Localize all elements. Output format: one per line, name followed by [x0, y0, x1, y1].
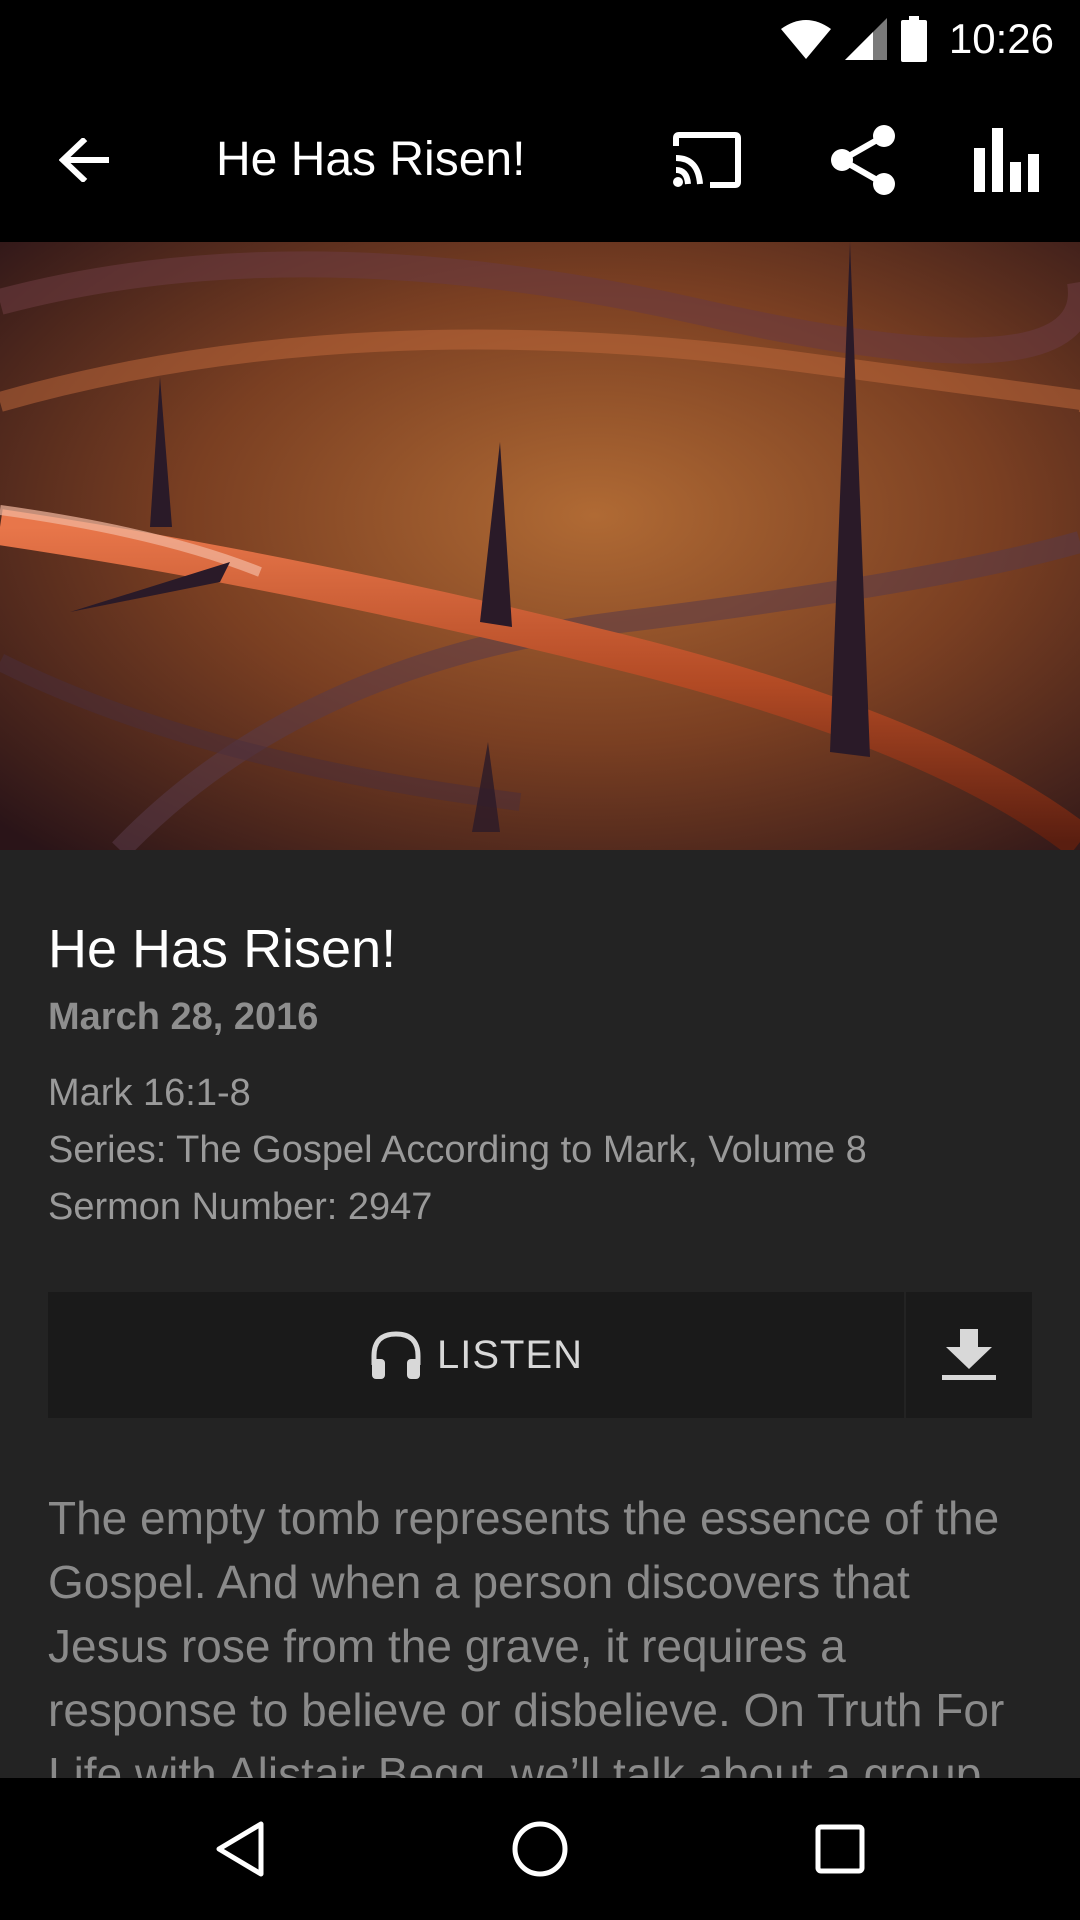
page-title: He Has Risen! [216, 133, 526, 186]
home-circle-icon [512, 1821, 568, 1877]
stats-button[interactable] [962, 120, 1052, 200]
recents-square-icon [815, 1824, 865, 1874]
download-button[interactable] [906, 1292, 1032, 1418]
cell-signal-icon [844, 18, 887, 60]
series-info: Series: The Gospel According to Mark, Vo… [48, 1129, 867, 1171]
back-arrow-icon [59, 138, 109, 182]
nav-back-button[interactable] [200, 1809, 280, 1889]
listen-button[interactable]: LISTEN [48, 1292, 904, 1418]
download-icon [942, 1329, 996, 1380]
sermon-number: Sermon Number: 2947 [48, 1186, 433, 1228]
battery-icon [900, 16, 927, 62]
status-icons: 10:26 [780, 12, 1054, 66]
share-icon [831, 125, 895, 195]
nav-recents-button[interactable] [800, 1809, 880, 1889]
sermon-title: He Has Risen! [48, 919, 397, 979]
cast-button[interactable] [662, 120, 752, 200]
sermon-details: He Has Risen! March 28, 2016 Mark 16:1-8… [0, 850, 1080, 1778]
action-row: LISTEN [48, 1292, 1032, 1418]
sermon-date: March 28, 2016 [48, 996, 319, 1038]
listen-label: LISTEN [436, 1332, 584, 1377]
back-button[interactable] [44, 128, 124, 192]
share-button[interactable] [818, 120, 908, 200]
scripture-reference: Mark 16:1-8 [48, 1072, 251, 1114]
back-triangle-icon [216, 1821, 264, 1877]
bar-chart-icon [974, 128, 1039, 192]
toolbar: He Has Risen! [0, 78, 1080, 242]
navigation-bar [0, 1778, 1080, 1920]
nav-home-button[interactable] [500, 1809, 580, 1889]
cast-icon [673, 132, 741, 188]
thorn-branch-image [0, 242, 1080, 850]
headphones-icon [371, 1331, 421, 1379]
sermon-description: The empty tomb represents the essence of… [48, 1492, 1005, 1778]
hero-image [0, 242, 1080, 850]
status-bar: 10:26 [0, 0, 1080, 78]
status-time: 10:26 [948, 15, 1054, 62]
wifi-icon [780, 20, 831, 59]
